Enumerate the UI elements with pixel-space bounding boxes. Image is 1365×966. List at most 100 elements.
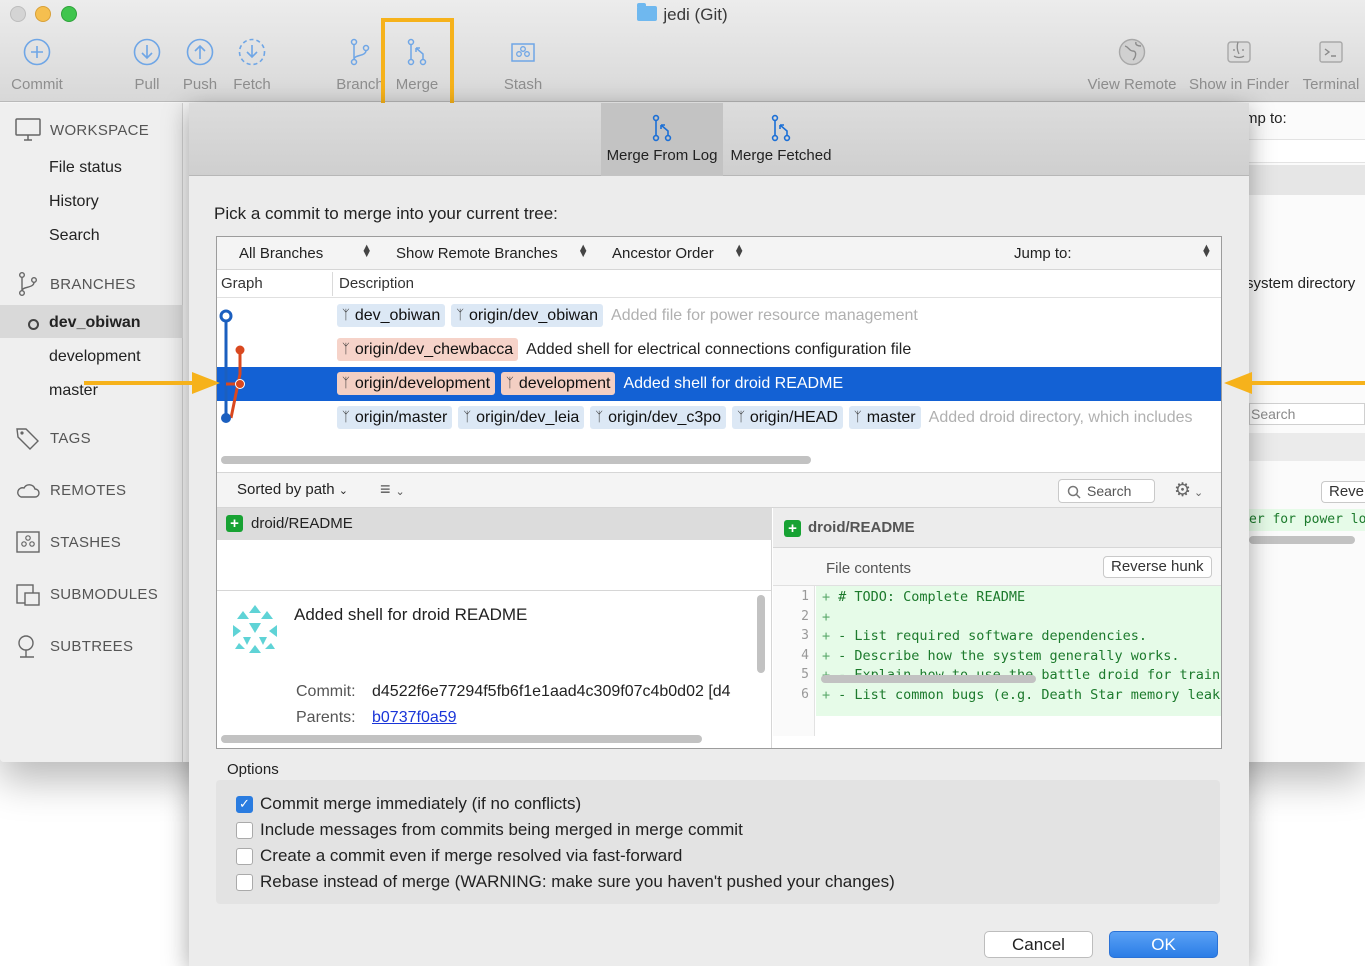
branch-ref-label: ᛉ origin/dev_leia (458, 406, 585, 429)
sidebar-header-stashes[interactable]: STASHES (14, 529, 121, 555)
commit-row-selected[interactable]: ᛉ origin/development ᛉ development Added s… (217, 367, 1221, 401)
cancel-button[interactable]: Cancel (984, 931, 1093, 958)
avatar (230, 604, 280, 654)
commit-row[interactable]: ᛉ origin/dev_chewbacca Added shell for el… (217, 333, 1221, 367)
commit-row[interactable]: ᛉ origin/master ᛉ origin/dev_leia ᛉ origin/… (217, 401, 1221, 435)
sidebar-item-history[interactable]: History (49, 193, 99, 211)
tab-merge-fetched[interactable]: Merge Fetched (726, 103, 836, 176)
sidebar-item-file-status[interactable]: File status (49, 159, 122, 177)
graph-node (221, 413, 231, 423)
commit-message: Added shell for droid README (623, 374, 844, 392)
commit-button[interactable]: Commit (9, 36, 65, 93)
commit-row[interactable]: ᛉ dev_obiwan ᛉ origin/dev_obiwan Added fil… (217, 299, 1221, 333)
terminal-button[interactable]: Terminal (1299, 36, 1363, 93)
graph-node (235, 345, 245, 355)
branch-ref-label: ᛉ origin/dev_c3po (590, 406, 727, 429)
graph-column-header[interactable]: Graph (221, 275, 263, 292)
stash-icon (511, 43, 535, 62)
branch-icon: ᛉ (463, 410, 472, 425)
diff-view: + droid/README File contents Reverse hun… (773, 508, 1221, 748)
file-search-input[interactable]: Search (1058, 479, 1155, 503)
diff-horizontal-scrollbar[interactable] (821, 675, 1036, 683)
list-view-dropdown[interactable]: ≡ ⌄ (380, 479, 405, 500)
rebase-checkbox[interactable]: Rebase instead of merge (WARNING: make s… (236, 872, 895, 892)
settings-dropdown[interactable]: ⚙ ⌄ (1174, 479, 1203, 502)
jump-to-select[interactable]: ▲ ▼ (1201, 243, 1212, 262)
chevron-down-icon: ⌄ (338, 485, 348, 497)
parent-hash-link[interactable]: b0737f0a59 (372, 709, 457, 727)
jump-to-label: Jump to: (1014, 245, 1072, 262)
sidebar-item-dev-obiwan[interactable]: dev_obiwan (49, 314, 141, 332)
background-input (1249, 139, 1365, 163)
log-horizontal-scrollbar[interactable] (221, 456, 811, 464)
commit-details-hscrollbar[interactable] (221, 735, 702, 743)
branch-ref-label: ᛉ origin/development (337, 372, 496, 395)
options-title: Options (227, 761, 279, 778)
diff-header: + droid/README (773, 508, 1221, 548)
graph-node-head (219, 309, 233, 323)
sidebar-header-branches[interactable]: BRANCHES (14, 271, 136, 297)
commit-immediately-checkbox[interactable]: ✓ Commit merge immediately (if no conflic… (236, 794, 581, 814)
sidebar-item-search[interactable]: Search (49, 227, 100, 245)
updown-chevron-icon: ▲ ▼ (361, 242, 373, 260)
updown-chevron-icon: ▲ ▼ (577, 242, 589, 260)
branch-icon: ᛉ (456, 308, 465, 323)
include-messages-checkbox[interactable]: Include messages from commits being merg… (236, 820, 743, 840)
fetch-button[interactable]: Fetch (230, 36, 274, 93)
ok-button[interactable]: OK (1109, 931, 1218, 958)
sidebar-header-workspace[interactable]: WORKSPACE (14, 117, 149, 143)
commit-log-panel: All Branches ▲ ▼ Show Remote Branches ▲ ▼ An… (216, 236, 1222, 749)
sidebar-header-subtrees[interactable]: SUBTREES (14, 633, 133, 659)
branch-icon: ᛉ (342, 342, 350, 357)
tab-merge-from-log[interactable]: Merge From Log (601, 103, 723, 176)
diff-line-added: + - Describe how the system generally wor… (822, 648, 1180, 664)
chevron-down-icon: ⌄ (395, 486, 405, 498)
line-number: 6 (801, 687, 809, 702)
fetch-circle-icon (238, 38, 266, 66)
gear-icon: ⚙ (1174, 480, 1192, 501)
push-button[interactable]: Push (180, 36, 220, 93)
sidebar-header-tags[interactable]: TAGS (14, 425, 91, 451)
show-in-finder-button[interactable]: Show in Finder (1187, 36, 1291, 93)
branch-ref-label: ᛉ dev_obiwan (337, 304, 446, 327)
order-select[interactable]: Ancestor Order ▲ ▼ (612, 242, 745, 263)
title-bar: jedi (Git) Commit Pull Push Fetch Branch… (0, 0, 1365, 102)
commit-message: Added shell for electrical connections c… (526, 340, 912, 358)
reverse-hunk-button[interactable]: Reverse hunk (1103, 556, 1212, 578)
branch-icon: ᛉ (853, 410, 862, 425)
pull-button[interactable]: Pull (127, 36, 167, 93)
screenshot-stage: jedi (Git) Commit Pull Push Fetch Branch… (0, 0, 1365, 966)
background-commit-text: system directory (1246, 275, 1356, 292)
finder-icon (1227, 41, 1251, 63)
branches-filter-select[interactable]: All Branches ▲ ▼ (239, 242, 373, 263)
sidebar-header-remotes[interactable]: REMOTES (14, 477, 126, 503)
merge-highlight-annotation (381, 18, 454, 111)
sort-dropdown[interactable]: Sorted by path ⌄ (237, 481, 348, 498)
commit-details-scrollbar[interactable] (757, 595, 765, 673)
monitor-icon (15, 118, 41, 141)
stash-button[interactable]: Stash (500, 36, 546, 93)
sheet-tab-bar: Merge From Log Merge Fetched (189, 103, 1249, 176)
options-group: ✓ Commit merge immediately (if no conflic… (216, 780, 1220, 904)
line-number: 1 (801, 589, 809, 604)
description-column-header[interactable]: Description (339, 275, 414, 292)
force-commit-checkbox[interactable]: Create a commit even if merge resolved v… (236, 846, 682, 866)
updown-chevron-icon: ▲ ▼ (733, 242, 745, 260)
diff-line-added: + (822, 609, 831, 625)
commit-message: Added file for power resource management (611, 306, 918, 324)
sidebar-header-submodules[interactable]: SUBMODULES (14, 581, 158, 607)
branch-button[interactable]: Branch (334, 36, 386, 93)
tree-icon (18, 635, 34, 658)
terminal-icon (1319, 41, 1343, 63)
file-row-selected[interactable]: + droid/README (217, 508, 772, 540)
diff-line-added: + - List required software dependencies. (822, 628, 1147, 644)
commit-hash: d4522f6e77294f5fb6f1e1aad4c309f07c4b0d02… (372, 683, 731, 700)
sidebar-item-development[interactable]: development (49, 348, 141, 366)
list-icon: ≡ (380, 479, 391, 499)
view-remote-button[interactable]: View Remote (1087, 36, 1177, 93)
merge-icon (652, 114, 672, 142)
remote-branches-select[interactable]: Show Remote Branches ▲ ▼ (396, 242, 589, 263)
diff-line-added: + - List common bugs (e.g. Death Star mem… (822, 687, 1221, 703)
branch-icon: ᛉ (595, 410, 604, 425)
graph-node-selected (235, 379, 245, 389)
